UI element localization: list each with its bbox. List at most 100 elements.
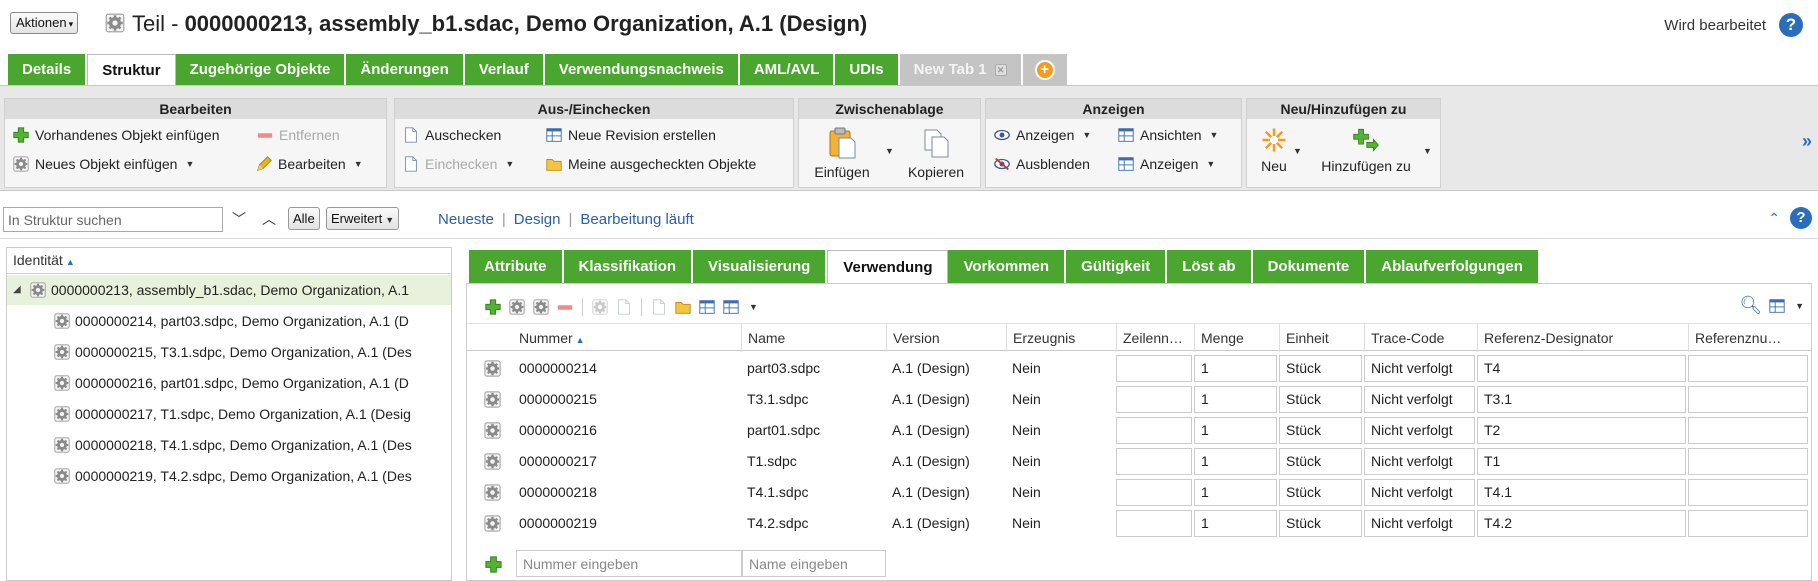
cell-unit[interactable]: Stück xyxy=(1279,417,1362,444)
tab-new-tab-1[interactable]: New Tab 1 ✕ xyxy=(899,54,1023,85)
cell-trace-code[interactable]: Nicht verfolgt xyxy=(1364,386,1475,413)
previous-result-chevron-up-icon[interactable]: ︿ xyxy=(258,207,280,232)
table-row[interactable]: 0000000218 T4.1.sdpc A.1 (Design) Nein 1 Stüc… xyxy=(467,477,1811,508)
column-header-quantity[interactable]: Menge xyxy=(1194,324,1279,352)
tab-changes[interactable]: Änderungen xyxy=(346,54,465,85)
cell-ref-designator[interactable]: T4 xyxy=(1477,355,1686,382)
new-dropdown-icon[interactable]: ▼ xyxy=(1293,146,1302,156)
cell-quantity[interactable]: 1 xyxy=(1194,448,1277,475)
copy-button[interactable]: Kopieren xyxy=(900,126,972,180)
remove-icon[interactable] xyxy=(556,298,574,316)
cell-line-number[interactable] xyxy=(1116,355,1192,382)
new-revision-button[interactable]: Neue Revision erstellen xyxy=(545,126,716,144)
cell-quantity[interactable]: 1 xyxy=(1194,355,1277,382)
column-header-unit[interactable]: Einheit xyxy=(1279,324,1364,352)
tab-aml-avl[interactable]: AML/AVL xyxy=(739,54,836,85)
cell-quantity[interactable]: 1 xyxy=(1194,417,1277,444)
new-number-input[interactable] xyxy=(516,550,742,577)
column-header-ref-designator[interactable]: Referenz-Designator xyxy=(1477,324,1688,352)
cell-line-number[interactable] xyxy=(1116,479,1192,506)
tab-attributes[interactable]: Attribute xyxy=(469,250,564,283)
tab-traces[interactable]: Ablaufverfolgungen xyxy=(1366,250,1540,283)
table-row[interactable]: 0000000215 T3.1.sdpc A.1 (Design) Nein 1 Stüc… xyxy=(467,384,1811,415)
tab-udis[interactable]: UDIs xyxy=(835,54,900,85)
tree-node[interactable]: 0000000218, T4.1.sdpc, Demo Organization… xyxy=(7,430,451,460)
tab-documents[interactable]: Dokumente xyxy=(1252,250,1367,283)
column-header-line-number[interactable]: Zeilenn… xyxy=(1116,324,1194,352)
cell-ref-designator[interactable]: T4.2 xyxy=(1477,510,1686,537)
cell-quantity[interactable]: 1 xyxy=(1194,386,1277,413)
cell-trace-code[interactable]: Nicht verfolgt xyxy=(1364,355,1475,382)
tab-supersedes[interactable]: Löst ab xyxy=(1167,250,1253,283)
show-button[interactable]: Anzeigen ▼ xyxy=(993,126,1091,144)
add-tab-button[interactable]: + xyxy=(1022,54,1069,85)
cell-line-number[interactable] xyxy=(1116,448,1192,475)
column-header-name[interactable]: Name xyxy=(741,324,884,352)
expand-triangle-icon[interactable]: ◢ xyxy=(13,275,21,305)
new-name-input[interactable] xyxy=(742,550,886,577)
remove-button[interactable]: Entfernen xyxy=(256,126,340,144)
add-to-button[interactable]: Hinzufügen zu xyxy=(1312,126,1420,174)
tree-node[interactable]: 0000000215, T3.1.sdpc, Demo Organization… xyxy=(7,337,451,367)
cell-ref-number[interactable] xyxy=(1688,510,1808,537)
close-tab-icon[interactable]: ✕ xyxy=(994,64,1007,77)
cell-unit[interactable]: Stück xyxy=(1279,355,1362,382)
cell-ref-designator[interactable]: T1 xyxy=(1477,448,1686,475)
cell-ref-number[interactable] xyxy=(1688,479,1808,506)
copy-icon[interactable] xyxy=(650,298,668,316)
search-all-button[interactable]: Alle xyxy=(288,207,320,230)
cell-ref-number[interactable] xyxy=(1688,355,1808,382)
tree-node[interactable]: 0000000216, part01.sdpc, Demo Organizati… xyxy=(7,368,451,398)
cell-unit[interactable]: Stück xyxy=(1279,448,1362,475)
structure-search-input[interactable] xyxy=(3,207,223,232)
search-icon[interactable]: 🔍︎ xyxy=(1739,295,1762,316)
paste-button[interactable]: Einfügen xyxy=(806,126,878,180)
new-button[interactable]: Neu xyxy=(1252,126,1296,174)
column-chooser-icon[interactable] xyxy=(1768,297,1786,315)
tree-root-node[interactable]: ◢ 0000000213, assembly_b1.sdac, Demo Org… xyxy=(7,275,451,305)
cell-unit[interactable]: Stück xyxy=(1279,479,1362,506)
my-checked-out-button[interactable]: Meine ausgecheckten Objekte xyxy=(545,155,756,173)
insert-multiple-gear-icon[interactable] xyxy=(532,298,550,316)
add-row-icon[interactable] xyxy=(484,555,503,574)
tab-classification[interactable]: Klassifikation xyxy=(563,250,694,283)
table-row[interactable]: 0000000214 part03.sdpc A.1 (Design) Nein 1 St… xyxy=(467,353,1811,384)
ribbon-more-icon[interactable]: » xyxy=(1802,131,1812,152)
cell-line-number[interactable] xyxy=(1116,417,1192,444)
tree-column-header[interactable]: Identität ▲ xyxy=(7,248,451,274)
cell-trace-code[interactable]: Nicht verfolgt xyxy=(1364,510,1475,537)
cell-ref-number[interactable] xyxy=(1688,386,1808,413)
tab-struktur[interactable]: Struktur xyxy=(87,54,176,85)
paste-dropdown-icon[interactable]: ▼ xyxy=(885,146,894,156)
filter-in-work-link[interactable]: Bearbeitung läuft xyxy=(580,211,693,228)
replace-gear-icon[interactable] xyxy=(591,298,609,316)
column-header-product[interactable]: Erzeugnis xyxy=(1006,324,1116,352)
checkin-button[interactable]: Einchecken ▼ xyxy=(402,155,514,173)
tab-history[interactable]: Verlauf xyxy=(464,54,545,85)
filter-latest-link[interactable]: Neueste xyxy=(438,211,494,228)
edit-button[interactable]: Bearbeiten ▼ xyxy=(255,155,363,173)
column-header-version[interactable]: Version xyxy=(886,324,1006,352)
tree-node[interactable]: 0000000217, T1.sdpc, Demo Organization, … xyxy=(7,399,451,429)
add-icon[interactable] xyxy=(484,298,502,316)
tab-where-used[interactable]: Verwendungsnachweis xyxy=(544,54,740,85)
insert-new-gear-icon[interactable] xyxy=(508,298,526,316)
help-icon[interactable]: ? xyxy=(1790,207,1812,229)
tab-effectivity[interactable]: Gültigkeit xyxy=(1066,250,1168,283)
table-row[interactable]: 0000000216 part01.sdpc A.1 (Design) Nein 1 St… xyxy=(467,415,1811,446)
column-header-ref-number[interactable]: Referenznu… xyxy=(1688,324,1810,352)
cell-line-number[interactable] xyxy=(1116,386,1192,413)
chevron-down-icon[interactable]: ▼ xyxy=(749,302,758,312)
table-row[interactable]: 0000000219 T4.2.sdpc A.1 (Design) Nein 1 Stüc… xyxy=(467,508,1811,539)
cell-unit[interactable]: Stück xyxy=(1279,510,1362,537)
table-row[interactable]: 0000000217 T1.sdpc A.1 (Design) Nein 1 Stück N… xyxy=(467,446,1811,477)
cell-trace-code[interactable]: Nicht verfolgt xyxy=(1364,417,1475,444)
edit-doc-icon[interactable] xyxy=(615,298,633,316)
cell-ref-designator[interactable]: T3.1 xyxy=(1477,386,1686,413)
tree-node[interactable]: 0000000214, part03.sdpc, Demo Organizati… xyxy=(7,306,451,336)
cell-line-number[interactable] xyxy=(1116,510,1192,537)
views-button[interactable]: Ansichten ▼ xyxy=(1117,126,1218,144)
cell-ref-designator[interactable]: T4.1 xyxy=(1477,479,1686,506)
help-icon[interactable]: ? xyxy=(1779,13,1803,37)
advanced-search-button[interactable]: Erweitert ▼ xyxy=(326,207,400,230)
